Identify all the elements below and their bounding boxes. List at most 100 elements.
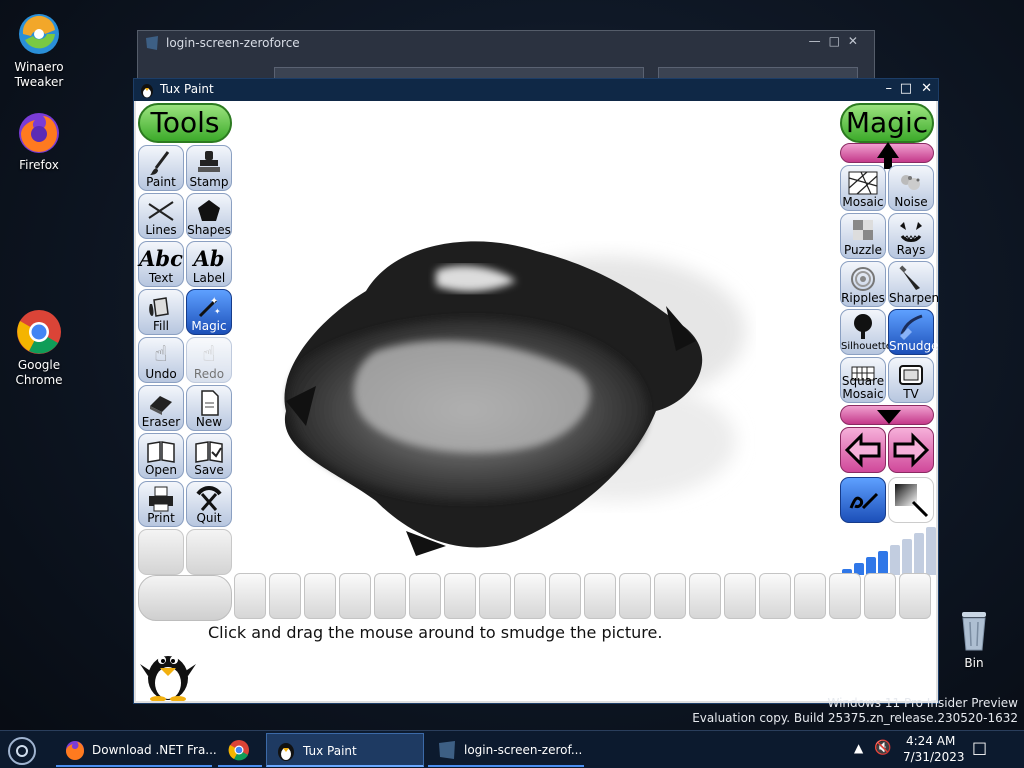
magic-silhouette-button[interactable]: Silhouette — [840, 309, 892, 355]
tool-lines-button[interactable]: Lines — [138, 193, 184, 239]
tuxpaint-titlebar[interactable]: Tux Paint – □ ✕ — [134, 79, 938, 101]
windows-watermark-line1: Windows 11 Pro Insider Preview — [827, 696, 1018, 710]
magic-scroll-up-button[interactable] — [840, 142, 934, 169]
eraser-icon — [139, 388, 183, 418]
current-color-swatch — [138, 575, 232, 621]
color-swatch[interactable] — [234, 573, 266, 619]
magic-noise-button[interactable]: Noise — [888, 165, 934, 211]
printer-icon — [139, 484, 183, 514]
tool-text-button[interactable]: Abc Text — [138, 241, 184, 287]
tool-undo-button[interactable]: ☝ Undo — [138, 337, 184, 383]
arrow-down-icon — [877, 410, 901, 424]
brush-size-slider[interactable] — [840, 525, 936, 575]
color-swatch[interactable] — [724, 573, 756, 619]
tool-magic-button[interactable]: ✦ ✦ Magic — [186, 289, 232, 335]
volume-muted-icon[interactable]: 🔇 — [874, 740, 891, 756]
tool-save-button[interactable]: Save — [186, 433, 232, 479]
label-icon: Ab — [193, 246, 225, 271]
magic-puzzle-button[interactable]: Puzzle — [840, 213, 886, 259]
drawing-canvas[interactable] — [256, 211, 756, 571]
magic-smudge-button[interactable]: Smudge — [888, 309, 939, 355]
magic-prev-button[interactable] — [840, 427, 886, 473]
brush-size-bar[interactable] — [878, 551, 888, 575]
desktop-icon-google-chrome[interactable]: Google Chrome — [1, 308, 77, 388]
color-swatch[interactable] — [444, 573, 476, 619]
magic-label: Silhouette — [841, 341, 892, 352]
magic-next-button[interactable] — [888, 427, 934, 473]
desktop-icon-recycle-bin[interactable]: Bin — [936, 606, 1012, 671]
noise-icon — [889, 168, 933, 198]
desktop-icon-label: Firefox — [19, 158, 59, 172]
tool-eraser-button[interactable]: Eraser — [138, 385, 184, 431]
color-swatch[interactable] — [304, 573, 336, 619]
brush-size-bar[interactable] — [902, 539, 912, 575]
color-swatch[interactable] — [619, 573, 651, 619]
magic-square-mosaic-button[interactable]: Square Mosaic — [840, 357, 886, 403]
minimize-button[interactable]: – — [886, 81, 893, 96]
magic-fullscreen-mode-button[interactable] — [888, 477, 934, 523]
taskbar-item-firefox[interactable]: Download .NET Fra... — [56, 733, 217, 767]
magic-scroll-down-button[interactable] — [840, 405, 934, 425]
color-swatch[interactable] — [899, 573, 931, 619]
tool-fill-button[interactable]: Fill — [138, 289, 184, 335]
tool-label: Text — [148, 271, 174, 285]
desktop-icon-winaero-tweaker[interactable]: Winaero Tweaker — [1, 10, 77, 90]
magic-label: Puzzle — [844, 243, 882, 257]
clock-date[interactable]: 7/31/2023 — [903, 750, 965, 764]
tool-shapes-button[interactable]: Shapes — [186, 193, 232, 239]
brush-size-bar[interactable] — [926, 527, 936, 575]
brush-size-bar[interactable] — [890, 545, 900, 575]
color-swatch[interactable] — [829, 573, 861, 619]
color-swatch[interactable] — [794, 573, 826, 619]
color-swatch[interactable] — [584, 573, 616, 619]
color-swatch[interactable] — [654, 573, 686, 619]
start-button[interactable] — [8, 737, 36, 765]
color-swatch[interactable] — [514, 573, 546, 619]
tool-stamp-button[interactable]: Stamp — [186, 145, 232, 191]
smudge-icon — [889, 312, 933, 342]
close-button[interactable]: ✕ — [921, 81, 932, 96]
taskbar-item-tuxpaint[interactable]: Tux Paint — [266, 733, 424, 767]
color-palette — [234, 573, 934, 621]
tool-new-button[interactable]: New — [186, 385, 232, 431]
clock-time[interactable]: 4:24 AM — [906, 734, 955, 748]
taskbar-item-login-screen[interactable]: login-screen-zerof... — [428, 733, 584, 767]
magic-mosaic-button[interactable]: Mosaic — [840, 165, 886, 211]
color-swatch[interactable] — [689, 573, 721, 619]
tool-open-button[interactable]: Open — [138, 433, 184, 479]
tool-label: Redo — [193, 367, 225, 381]
color-swatch[interactable] — [374, 573, 406, 619]
maximize-button[interactable]: □ — [900, 81, 912, 96]
canvas-painting — [284, 241, 746, 556]
magic-ripples-button[interactable]: Ripples — [840, 261, 886, 307]
magic-rays-button[interactable]: Rays — [888, 213, 934, 259]
tools-header: Tools — [138, 103, 232, 143]
lines-icon — [139, 196, 183, 226]
tool-redo-button[interactable]: ☝ Redo — [186, 337, 232, 383]
color-swatch[interactable] — [479, 573, 511, 619]
desktop-icon-firefox[interactable]: Firefox — [1, 108, 77, 173]
color-swatch[interactable] — [409, 573, 441, 619]
window-controls[interactable]: —□✕ — [809, 34, 866, 48]
color-swatch[interactable] — [759, 573, 791, 619]
magic-paint-mode-button[interactable] — [840, 477, 886, 523]
color-swatch[interactable] — [549, 573, 581, 619]
tool-label-button[interactable]: Ab Label — [186, 241, 232, 287]
taskbar-item-chrome[interactable] — [218, 733, 262, 767]
tool-label: Fill — [152, 319, 170, 333]
tool-print-button[interactable]: Print — [138, 481, 184, 527]
magic-tv-button[interactable]: TV — [888, 357, 934, 403]
tray-overflow-icon[interactable]: ▲ — [854, 741, 863, 755]
color-swatch[interactable] — [864, 573, 896, 619]
color-swatch[interactable] — [339, 573, 371, 619]
firefox-icon — [15, 108, 63, 156]
tuxpaint-window[interactable]: Tux Paint – □ ✕ Tools Paint Stamp Lines — [133, 78, 939, 704]
tool-quit-button[interactable]: Quit — [186, 481, 232, 527]
brush-size-bar[interactable] — [914, 533, 924, 575]
magic-sharpen-button[interactable]: Sharpen — [888, 261, 939, 307]
color-swatch[interactable] — [269, 573, 301, 619]
magic-label: Mosaic — [842, 195, 884, 209]
tool-label: Print — [147, 511, 175, 525]
notifications-icon[interactable]: □ — [972, 738, 987, 757]
tool-paint-button[interactable]: Paint — [138, 145, 184, 191]
